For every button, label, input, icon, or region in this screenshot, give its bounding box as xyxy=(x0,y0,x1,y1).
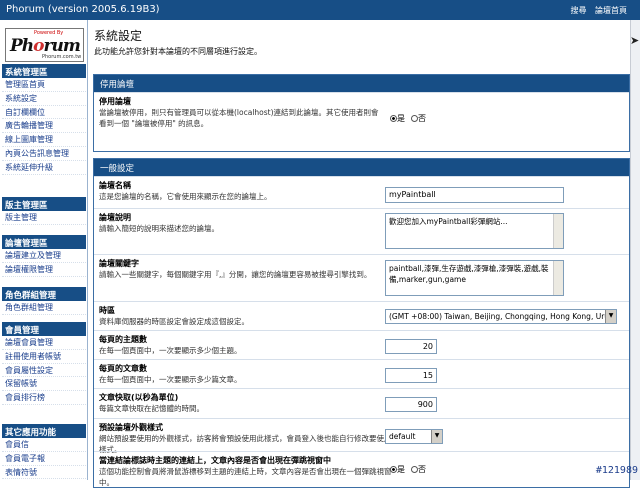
sidebar-section-other: 其它應用功能 會員信 會員電子報 表情符號 xyxy=(2,424,86,480)
sidebar-item-member-mail[interactable]: 會員信 xyxy=(2,438,86,452)
setting-title: 當連結論標誌時主題的連結上，文章內容是否會出現在彈跳視窗中 xyxy=(99,456,331,465)
setting-description: 在每一個頁面中，一次要顯示多少個主題。 xyxy=(99,346,242,355)
sidebar-item-moderators[interactable]: 版主管理 xyxy=(2,211,86,225)
scrollbar[interactable] xyxy=(553,261,563,295)
sidebar-item-roles[interactable]: 角色群組管理 xyxy=(2,301,86,315)
setting-title: 論壇關鍵字 xyxy=(99,259,139,268)
main-content: 系統設定 此功能允許您針對本論壇的不同層項進行設定。 停用論壇 停用論壇 當論壇… xyxy=(90,20,630,488)
popup-no-radio[interactable]: 否 xyxy=(411,464,426,475)
scrollbar[interactable] xyxy=(553,214,563,248)
page-title: 系統設定 xyxy=(94,29,143,43)
setting-title: 每頁的文章數 xyxy=(99,364,147,373)
panel-header: 停用論壇 xyxy=(94,75,629,92)
sidebar-item-custom-fields[interactable]: 自訂欄欄位 xyxy=(2,106,86,120)
page-description: 此功能允許您針對本論壇的不同層項進行設定。 xyxy=(94,47,262,56)
phorum-logo[interactable]: Powered By Phorum Phorum.com.tw xyxy=(5,28,84,62)
sidebar-item-member-ranking[interactable]: 會員排行榜 xyxy=(2,391,86,405)
setting-title: 停用論壇 xyxy=(99,97,131,106)
setting-description: 資料庫伺服器的時區設定會設定成這個設定。 xyxy=(99,317,249,326)
logo-wordmark: Phorum xyxy=(10,36,81,56)
setting-row: 每頁的主題數 在每一個頁面中，一次要顯示多少個主題。 20 xyxy=(94,330,629,359)
sidebar-item-image-gallery[interactable]: 線上圖庫管理 xyxy=(2,133,86,147)
setting-description: 每篇文章快取在記憶體的時間。 xyxy=(99,404,204,413)
setting-row: 文章快取(以秒為單位) 每篇文章快取在記憶體的時間。 900 xyxy=(94,388,629,418)
sidebar-section-head: 版主管理區 xyxy=(2,197,86,211)
logo-url: Phorum.com.tw xyxy=(42,54,82,60)
setting-row: 論壇關鍵字 請輸入一些關鍵字，每個關鍵字用『,』分開，讓您的論壇更容易被搜尋引擎… xyxy=(94,254,629,301)
app-title: Phorum (version 2005.6.19B3) xyxy=(6,4,160,15)
setting-title: 時區 xyxy=(99,306,115,315)
chevron-down-icon: ▼ xyxy=(605,310,616,323)
setting-title: 每頁的主題數 xyxy=(99,335,147,344)
setting-row: 論壇名稱 這是您論壇的名稱，它會使用來顯示在您的論壇上。 myPaintball xyxy=(94,176,629,208)
sidebar-item-admin-home[interactable]: 管理區首頁 xyxy=(2,78,86,92)
setting-title: 預設論壇外觀樣式 xyxy=(99,423,163,432)
sidebar-item-reserved-accounts[interactable]: 保留帳號 xyxy=(2,377,86,392)
sidebar-item-member-attributes[interactable]: 會員屬性設定 xyxy=(2,364,86,378)
sidebar-section-head: 論壇管理區 xyxy=(2,235,86,249)
setting-row: 當連結論標誌時主題的連結上，文章內容是否會出現在彈跳視窗中 這個功能控制會員將滑… xyxy=(94,451,629,487)
mouse-cursor-icon: ➤ xyxy=(630,34,640,47)
sidebar-section-forums: 論壇管理區 論壇建立及管理 論壇權限管理 xyxy=(2,235,86,277)
sidebar-item-system-settings[interactable]: 系統設定 xyxy=(2,92,86,106)
chevron-down-icon: ▼ xyxy=(431,430,442,443)
watermark-text: #121989 xyxy=(595,465,638,476)
sidebar-section-roles: 角色群組管理 角色群組管理 xyxy=(2,287,86,315)
sidebar-section-head: 角色群組管理 xyxy=(2,287,86,301)
popup-yes-radio[interactable]: 是 xyxy=(390,464,405,475)
forum-keywords-textarea[interactable]: paintball,漆彈,生存遊戲,漆彈槍,漆彈裝,遊戲,裝備,marker,g… xyxy=(385,260,564,296)
sidebar-section-head: 其它應用功能 xyxy=(2,424,86,438)
sidebar-item-announcements[interactable]: 內頁公告訊息管理 xyxy=(2,147,86,161)
top-links: 搜尋 論壇首頁 xyxy=(564,5,627,16)
disable-no-radio[interactable]: 否 xyxy=(411,113,426,124)
setting-title: 論壇說明 xyxy=(99,213,131,222)
sidebar-item-banner-ads[interactable]: 廣告輪播管理 xyxy=(2,119,86,134)
sidebar-item-forum-permissions[interactable]: 論壇權限管理 xyxy=(2,263,86,277)
setting-description: 這是您論壇的名稱，它會使用來顯示在您的論壇上。 xyxy=(99,192,272,201)
setting-row: 停用論壇 當論壇被停用，則只有管理員可以從本機(localhost)連結到此論壇… xyxy=(94,92,629,151)
panel-header: 一般設定 xyxy=(94,159,629,176)
disable-yes-radio[interactable]: 是 xyxy=(390,113,405,124)
sidebar-section-moderators: 版主管理區 版主管理 xyxy=(2,197,86,225)
forum-name-input[interactable]: myPaintball xyxy=(385,187,564,203)
general-settings-panel: 一般設定 論壇名稱 這是您論壇的名稱，它會使用來顯示在您的論壇上。 myPain… xyxy=(93,158,630,488)
sidebar-item-forum-create[interactable]: 論壇建立及管理 xyxy=(2,249,86,263)
default-style-select[interactable]: default ▼ xyxy=(385,429,443,444)
sidebar-item-emoticons[interactable]: 表情符號 xyxy=(2,466,86,480)
setting-row: 每頁的文章數 在每一個頁面中，一次要顯示多少篇文章。 15 xyxy=(94,359,629,388)
sidebar-section-head: 會員管理 xyxy=(2,322,86,336)
setting-description: 請輸入簡短的說明來描述您的論壇。 xyxy=(99,224,219,233)
setting-description: 當論壇被停用，則只有管理員可以從本機(localhost)連結到此論壇。其它使用… xyxy=(99,108,379,128)
topics-per-page-input[interactable]: 20 xyxy=(385,339,437,354)
post-cache-input[interactable]: 900 xyxy=(385,397,437,412)
sidebar-item-newsletter[interactable]: 會員電子報 xyxy=(2,452,86,466)
page-scrollbar[interactable] xyxy=(630,20,640,480)
setting-description: 這個功能控制會員將滑鼠游標移到主題的連結上時，文章內容是否會出現在一個彈跳視窗中… xyxy=(99,467,392,487)
timezone-select[interactable]: (GMT +08:00) Taiwan, Beijing, Chongqing,… xyxy=(385,309,617,324)
posts-per-page-input[interactable]: 15 xyxy=(385,368,437,383)
search-link[interactable]: 搜尋 xyxy=(570,6,586,15)
setting-description: 請輸入一些關鍵字，每個關鍵字用『,』分開，讓您的論壇更容易被搜尋引擎找到。 xyxy=(99,270,372,279)
sidebar-item-extensions[interactable]: 系統延伸升級 xyxy=(2,161,86,175)
setting-title: 論壇名稱 xyxy=(99,181,131,190)
forum-home-link[interactable]: 論壇首頁 xyxy=(595,6,627,15)
setting-row: 時區 資料庫伺服器的時區設定會設定成這個設定。 (GMT +08:00) Tai… xyxy=(94,301,629,330)
setting-row: 論壇說明 請輸入簡短的說明來描述您的論壇。 歡迎您加入myPaintball彩彈… xyxy=(94,208,629,254)
setting-title: 文章快取(以秒為單位) xyxy=(99,393,179,402)
setting-row: 預設論壇外觀樣式 網站預設要使用的外觀樣式，訪客將會預設使用此樣式，會員登入後也… xyxy=(94,418,629,454)
sidebar-item-register-user[interactable]: 註冊使用者帳號 xyxy=(2,350,86,364)
sidebar-section-system: 系統管理區 管理區首頁 系統設定 自訂欄欄位 廣告輪播管理 線上圖庫管理 內頁公… xyxy=(2,64,86,175)
title-bar: Phorum (version 2005.6.19B3) 搜尋 論壇首頁 xyxy=(0,0,640,20)
sidebar-section-members: 會員管理 論壇會員管理 註冊使用者帳號 會員屬性設定 保留帳號 會員排行榜 xyxy=(2,322,86,405)
sidebar-section-head: 系統管理區 xyxy=(2,64,86,78)
forum-description-textarea[interactable]: 歡迎您加入myPaintball彩彈網站... xyxy=(385,213,564,249)
setting-description: 在每一個頁面中，一次要顯示多少篇文章。 xyxy=(99,375,242,384)
disable-forum-panel: 停用論壇 停用論壇 當論壇被停用，則只有管理員可以從本機(localhost)連… xyxy=(93,74,630,152)
sidebar: Powered By Phorum Phorum.com.tw 系統管理區 管理… xyxy=(0,20,88,480)
sidebar-item-member-admin[interactable]: 論壇會員管理 xyxy=(2,336,86,350)
